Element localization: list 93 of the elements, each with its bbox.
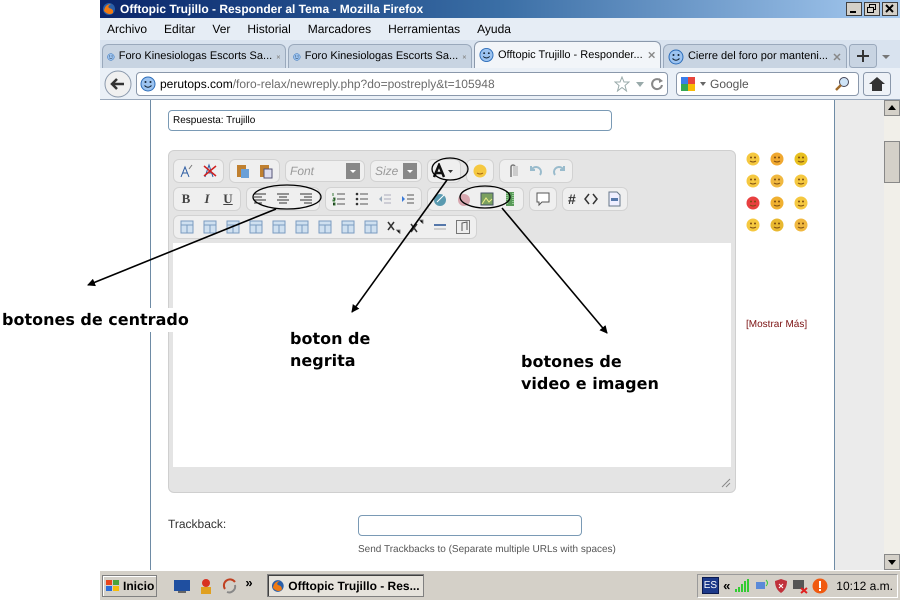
code-icon[interactable] xyxy=(582,191,599,207)
underline-button[interactable]: U xyxy=(221,189,235,209)
scroll-thumb[interactable] xyxy=(884,141,900,183)
start-button[interactable]: Inicio xyxy=(102,574,158,596)
browser-tab[interactable]: Offtopic Trujillo - Responder... xyxy=(474,41,661,68)
home-button[interactable] xyxy=(863,72,891,96)
window-title: Offtopic Trujillo - Responder al Tema - Mozilla Firefox xyxy=(120,1,424,18)
italic-button[interactable]: I xyxy=(200,189,214,209)
smiley-icon xyxy=(668,48,684,64)
emoticon-icon[interactable] xyxy=(746,196,760,210)
menu-item[interactable]: Editar xyxy=(164,20,196,38)
overflow-chevron[interactable]: » xyxy=(245,572,253,592)
scroll-down-icon[interactable] xyxy=(884,554,900,570)
new-tab-button[interactable] xyxy=(849,44,877,68)
star-icon[interactable] xyxy=(614,76,630,92)
search-field[interactable]: Google xyxy=(676,72,859,96)
menu-item[interactable]: Herramientas xyxy=(388,20,460,38)
browser-tab[interactable]: Foro Kinesiologas Escorts Sa... xyxy=(288,44,472,68)
show-more-link[interactable]: [Mostrar Más] xyxy=(746,317,810,332)
emoticon-icon[interactable] xyxy=(770,174,784,188)
warning-icon xyxy=(812,578,828,594)
dropdown-icon xyxy=(346,163,360,179)
dropdown-icon xyxy=(403,163,417,179)
address-field[interactable]: perutops.com/foro-relax/newreply.php?do=postreply&t=105948 xyxy=(136,72,668,96)
highlight-ellipse xyxy=(252,184,322,210)
emoticon-icon[interactable] xyxy=(794,196,808,210)
smiley-icon[interactable] xyxy=(472,163,488,179)
back-button[interactable] xyxy=(104,70,132,98)
browser-logo-icon xyxy=(270,578,284,594)
reload-icon[interactable] xyxy=(650,76,664,90)
menu-item[interactable]: Ayuda xyxy=(477,20,511,38)
browser-tab[interactable]: Cierre del foro por manteni... xyxy=(663,44,847,68)
annotation-text: botones de video e imagen xyxy=(521,351,660,395)
bold-button[interactable]: B xyxy=(179,189,193,209)
url-text: perutops.com/foro-relax/newreply.php?do=postreply&t=105948 xyxy=(160,76,496,92)
caret-icon[interactable] xyxy=(700,80,706,86)
highlight-ellipse xyxy=(431,157,469,181)
search-input[interactable]: Google xyxy=(710,74,830,92)
menu-item[interactable]: Archivo xyxy=(107,20,148,38)
annotation-text: boton de negrita xyxy=(290,328,372,372)
disconnected-computer-icon xyxy=(792,578,808,594)
emoticon-icon[interactable] xyxy=(746,174,760,188)
hash-button[interactable]: # xyxy=(568,188,576,210)
close-button[interactable] xyxy=(882,2,898,16)
emoticon-icon[interactable] xyxy=(794,152,808,166)
emoticon-icon[interactable] xyxy=(770,196,784,210)
shield-icon xyxy=(774,578,788,594)
emoticon-icon[interactable] xyxy=(794,218,808,232)
emoticon-icon[interactable] xyxy=(770,152,784,166)
desktop-icon[interactable] xyxy=(173,578,192,594)
emoticon-icon[interactable] xyxy=(746,152,760,166)
text-color-icon[interactable] xyxy=(433,163,455,179)
resize-handle-icon[interactable] xyxy=(719,476,731,488)
scrollbar[interactable] xyxy=(884,100,900,570)
emoticon-icon[interactable] xyxy=(794,174,808,188)
php-icon[interactable] xyxy=(606,191,622,207)
quote-icon[interactable] xyxy=(535,191,551,207)
trackback-field[interactable] xyxy=(358,515,582,536)
subscript-icon[interactable] xyxy=(386,219,402,235)
smiley-icon xyxy=(479,47,494,63)
paste-icon[interactable] xyxy=(235,163,251,179)
annotation-text: botones de centrado xyxy=(2,308,189,332)
title-field[interactable]: Respuesta: Trujillo xyxy=(168,110,612,131)
search-icon[interactable] xyxy=(834,76,850,92)
highlight-ellipse xyxy=(459,185,511,209)
google-logo-icon xyxy=(680,76,696,92)
bullet-list-icon[interactable] xyxy=(354,191,370,207)
emoticon-icon[interactable] xyxy=(746,218,760,232)
tray-chevron[interactable]: « xyxy=(723,576,730,596)
superscript-icon[interactable] xyxy=(409,219,425,235)
restore-button[interactable] xyxy=(864,2,880,16)
trackback-label: Trackback: xyxy=(168,516,228,533)
remove-format-icon[interactable] xyxy=(202,163,218,179)
menu-item[interactable]: Marcadores xyxy=(308,20,372,38)
font-size-icon[interactable] xyxy=(179,163,195,179)
numbered-list-icon[interactable] xyxy=(331,191,347,207)
image-icon[interactable] xyxy=(479,191,495,207)
task-button[interactable]: Offtopic Trujillo - Res... xyxy=(266,574,424,597)
close-icon[interactable] xyxy=(646,50,656,60)
clock: 10:12 a.m. xyxy=(836,578,893,594)
minimize-button[interactable] xyxy=(846,2,862,16)
trackback-hint: Send Trackbacks to (Separate multiple URLs with spaces) xyxy=(358,543,616,557)
browser-tab[interactable]: Foro Kinesiologas Escorts Sa... xyxy=(102,44,286,68)
emoticon-icon[interactable] xyxy=(770,218,784,232)
menu-item[interactable]: Historial xyxy=(247,20,291,38)
windows-logo-icon xyxy=(105,578,121,592)
browser-logo-icon xyxy=(102,2,116,16)
paste-text-icon[interactable] xyxy=(258,163,274,179)
smiley-icon xyxy=(140,76,156,92)
language-indicator[interactable]: ES xyxy=(702,577,720,594)
menu-item[interactable]: Ver xyxy=(212,20,230,38)
scroll-up-icon[interactable] xyxy=(884,100,900,116)
signal-bars-icon xyxy=(734,578,750,592)
